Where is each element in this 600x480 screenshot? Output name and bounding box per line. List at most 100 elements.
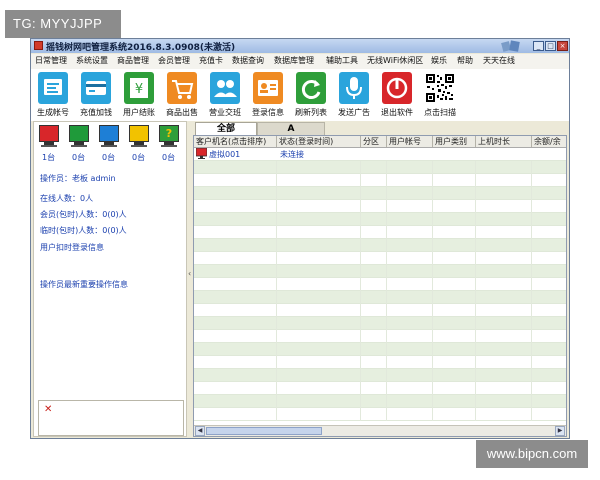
tab-a[interactable]: A xyxy=(257,122,325,136)
login-info-button[interactable]: 登录信息 xyxy=(248,72,288,120)
generate-account-label: 生成帐号 xyxy=(37,108,69,117)
column-divider xyxy=(194,161,532,174)
column-divider xyxy=(194,174,532,187)
empty-table-row[interactable] xyxy=(194,200,566,213)
microphone-icon xyxy=(339,72,369,104)
column-divider xyxy=(194,187,532,200)
monitor-red-count: 1台 xyxy=(42,153,56,162)
tab-all[interactable]: 全部 xyxy=(195,122,257,136)
checkout-button[interactable]: ¥ 用户结账 xyxy=(119,72,159,120)
menu-daily[interactable]: 日常管理 xyxy=(35,55,67,66)
col-account[interactable]: 用户帐号 xyxy=(387,136,433,147)
empty-table-row[interactable] xyxy=(194,408,566,421)
menu-entertainment[interactable]: 娱乐 xyxy=(431,55,447,66)
horizontal-scrollbar[interactable]: ◀ ▶ xyxy=(194,425,566,436)
decor-icon xyxy=(501,40,520,52)
checkout-icon: ¥ xyxy=(124,72,154,104)
login-info-label: 登录信息 xyxy=(252,108,284,117)
login-info-icon xyxy=(253,72,283,104)
monitor-yellow-count: 0台 xyxy=(132,153,146,162)
column-divider xyxy=(194,369,532,382)
empty-table-row[interactable] xyxy=(194,213,566,226)
col-zone[interactable]: 分区 xyxy=(361,136,387,147)
scan-button[interactable]: 点击扫描 xyxy=(420,72,460,120)
collapse-arrow-icon[interactable]: ‹ xyxy=(188,269,191,278)
message-box: ✕ xyxy=(38,400,184,436)
recent-ops-link[interactable]: 操作员最新重要操作信息 xyxy=(40,279,128,290)
menu-online[interactable]: 天天在线 xyxy=(483,55,515,66)
empty-table-row[interactable] xyxy=(194,265,566,278)
table-row[interactable]: 虚拟001 未连接 xyxy=(194,148,566,161)
empty-table-row[interactable] xyxy=(194,356,566,369)
column-divider xyxy=(194,239,532,252)
shopping-cart-icon xyxy=(167,72,197,104)
member-users: 会员(包时)人数：0(0)人 xyxy=(40,210,127,219)
menu-system-settings[interactable]: 系统设置 xyxy=(76,55,108,66)
shift-handover-button[interactable]: 营业交班 xyxy=(205,72,245,120)
scroll-thumb[interactable] xyxy=(206,427,322,435)
menu-tools[interactable]: 辅助工具 xyxy=(326,55,358,66)
column-divider xyxy=(194,330,532,343)
empty-table-row[interactable] xyxy=(194,161,566,174)
sell-goods-button[interactable]: 商品出售 xyxy=(162,72,202,120)
table-header: 客户机名(点击排序) 状态(登录时间) 分区 用户帐号 用户类别 上机时长 余额… xyxy=(194,136,566,148)
menu-wifi[interactable]: 无线WiFi休闲区 xyxy=(367,55,423,66)
empty-table-row[interactable] xyxy=(194,187,566,200)
column-divider xyxy=(194,356,532,369)
empty-table-row[interactable] xyxy=(194,317,566,330)
monitor-blue-icon[interactable] xyxy=(98,125,120,151)
monitor-unknown-count: 0台 xyxy=(162,153,176,162)
col-user-type[interactable]: 用户类别 xyxy=(433,136,476,147)
title-bar[interactable]: 摇钱树网吧管理系统2016.8.3.0908(未激活) _ □ × xyxy=(31,39,569,53)
close-button[interactable]: × xyxy=(557,41,568,51)
menu-data-query[interactable]: 数据查询 xyxy=(232,55,264,66)
minimize-button[interactable]: _ xyxy=(533,41,544,51)
col-duration[interactable]: 上机时长 xyxy=(476,136,532,147)
watermark-bottom: www.bipcn.com xyxy=(476,440,588,468)
menu-recharge-card[interactable]: 充值卡 xyxy=(199,55,223,66)
shift-handover-icon xyxy=(210,72,240,104)
empty-table-row[interactable] xyxy=(194,226,566,239)
exit-label: 退出软件 xyxy=(381,108,413,117)
empty-table-row[interactable] xyxy=(194,174,566,187)
scroll-left-icon[interactable]: ◀ xyxy=(195,426,205,436)
empty-table-row[interactable] xyxy=(194,382,566,395)
empty-table-row[interactable] xyxy=(194,369,566,382)
maximize-button[interactable]: □ xyxy=(545,41,556,51)
checkout-label: 用户结账 xyxy=(123,108,155,117)
column-divider xyxy=(194,213,532,226)
exit-button[interactable]: 退出软件 xyxy=(377,72,417,120)
col-client-name[interactable]: 客户机名(点击排序) xyxy=(194,136,277,147)
monitor-red-icon[interactable] xyxy=(38,125,60,151)
monitor-green-icon[interactable] xyxy=(68,125,90,151)
empty-table-row[interactable] xyxy=(194,278,566,291)
scroll-right-icon[interactable]: ▶ xyxy=(555,426,565,436)
menu-database[interactable]: 数据库管理 xyxy=(274,55,314,66)
empty-table-row[interactable] xyxy=(194,343,566,356)
col-balance[interactable]: 余额/余 xyxy=(532,136,566,147)
empty-table-row[interactable] xyxy=(194,239,566,252)
login-info-link[interactable]: 用户扣时登录信息 xyxy=(40,242,104,253)
qr-code-icon xyxy=(425,72,455,104)
empty-table-row[interactable] xyxy=(194,252,566,265)
monitor-unknown-icon[interactable]: ? xyxy=(158,125,180,151)
menu-help[interactable]: 帮助 xyxy=(457,55,473,66)
shift-handover-label: 营业交班 xyxy=(209,108,241,117)
empty-table-row[interactable] xyxy=(194,330,566,343)
refresh-list-button[interactable]: 刷新列表 xyxy=(291,72,331,120)
menu-members[interactable]: 会员管理 xyxy=(158,55,190,66)
column-divider xyxy=(194,226,532,239)
empty-table-row[interactable] xyxy=(194,304,566,317)
empty-table-row[interactable] xyxy=(194,395,566,408)
generate-account-button[interactable]: 生成帐号 xyxy=(33,72,73,120)
recharge-button[interactable]: 充值加钱 xyxy=(76,72,116,120)
menu-goods[interactable]: 商品管理 xyxy=(117,55,149,66)
column-divider xyxy=(194,278,532,291)
col-status[interactable]: 状态(登录时间) xyxy=(277,136,361,147)
svg-text:¥: ¥ xyxy=(135,82,143,97)
operator-label: 操作员： xyxy=(40,174,72,183)
send-ad-button[interactable]: 发送广告 xyxy=(334,72,374,120)
monitor-yellow-icon[interactable] xyxy=(128,125,150,151)
column-divider xyxy=(194,343,532,356)
empty-table-row[interactable] xyxy=(194,291,566,304)
